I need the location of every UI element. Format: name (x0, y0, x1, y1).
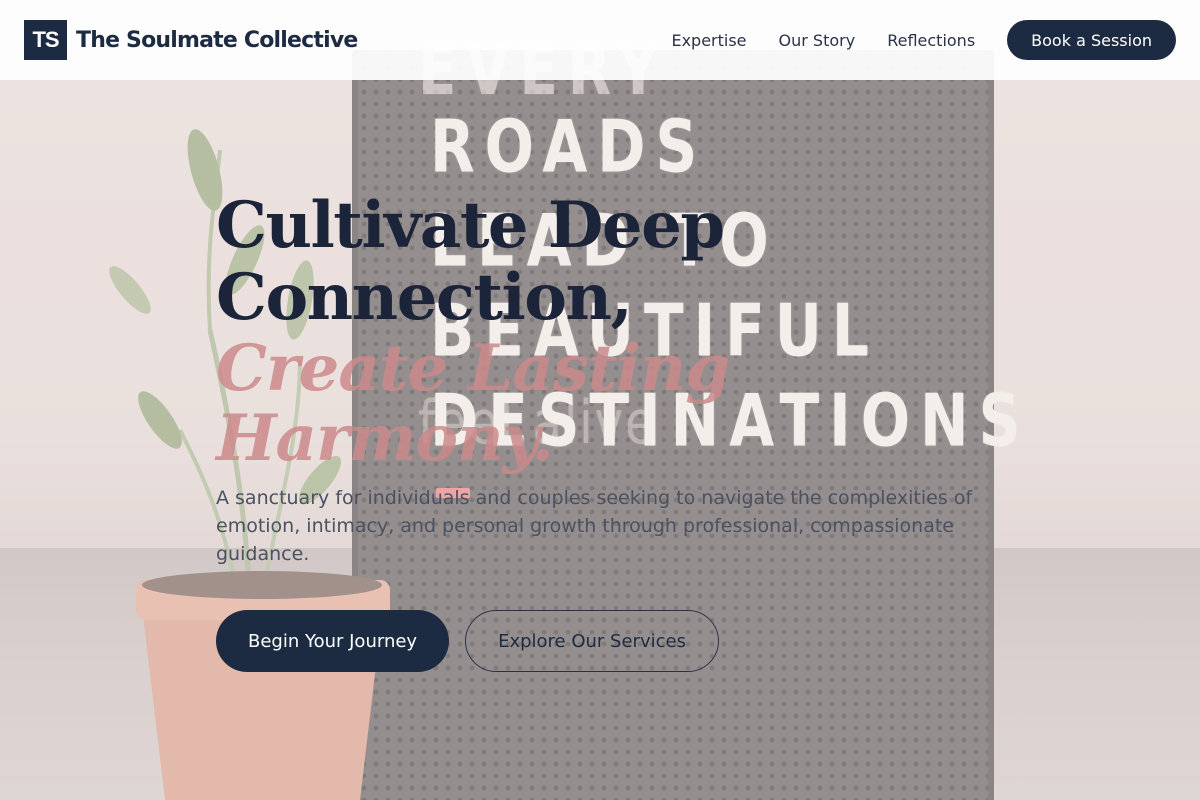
brand-logo-link[interactable]: TS The Soulmate Collective (24, 20, 358, 60)
hero-headline-line-1: Cultivate Deep (216, 188, 725, 263)
hero-accent-headline: Create Lasting Harmony. (216, 334, 996, 474)
top-navbar: TS The Soulmate Collective Expertise Our… (0, 0, 1200, 80)
main-nav: Expertise Our Story Reflections Book a S… (671, 20, 1176, 60)
book-session-button[interactable]: Book a Session (1007, 20, 1176, 60)
hero-headline-line-2: Connection, (216, 260, 633, 335)
hero-actions: Begin Your Journey Explore Our Services (216, 610, 996, 672)
begin-journey-button[interactable]: Begin Your Journey (216, 610, 450, 672)
hero-accent-line-2: Harmony. (216, 401, 554, 476)
brand-name: The Soulmate Collective (76, 27, 358, 53)
hero-description: A sanctuary for individuals and couples … (216, 487, 973, 565)
hero-section: Cultivate Deep Connection, Create Lastin… (216, 190, 996, 672)
hero-headline: Cultivate Deep Connection, (216, 190, 996, 334)
hero-accent-line-1: Create Lasting (216, 331, 730, 406)
nav-link-expertise[interactable]: Expertise (671, 31, 746, 50)
brand-logo-mark: TS (24, 20, 67, 60)
explore-services-button[interactable]: Explore Our Services (465, 610, 719, 672)
nav-link-our-story[interactable]: Our Story (779, 31, 856, 50)
nav-link-reflections[interactable]: Reflections (887, 31, 975, 50)
